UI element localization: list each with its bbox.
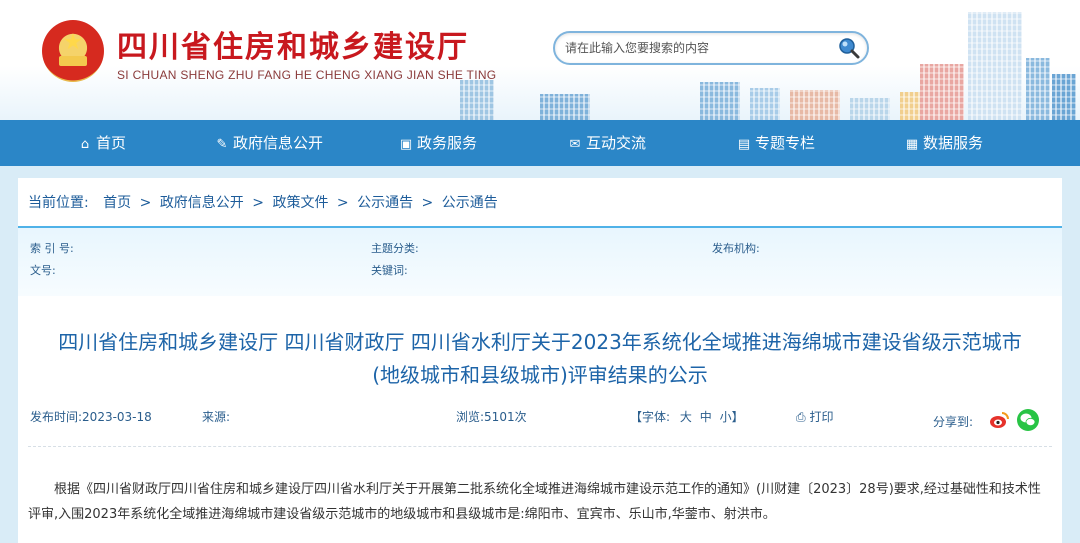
breadcrumb-prefix: 当前位置:: [28, 195, 89, 211]
nav-item-label: 政府信息公开: [233, 134, 324, 152]
nav-item-special[interactable]: ▤ 专题专栏: [737, 120, 815, 166]
font-size-control: 【字体: 大 中 小】: [630, 408, 744, 425]
meta-publisher-label: 发布机构:: [712, 242, 760, 255]
nav-item-home[interactable]: ⌂ 首页: [78, 120, 126, 166]
nav-item-gov-service[interactable]: ▣ 政务服务: [399, 120, 477, 166]
weibo-share-icon[interactable]: [988, 409, 1010, 431]
document-meta-panel: 索 引 号: 主题分类: 发布机构: 文号: 关键词:: [18, 226, 1062, 296]
share-label: 分享到:: [933, 415, 974, 429]
nav-item-data[interactable]: ▦ 数据服务: [905, 120, 983, 166]
meta-docno-label: 文号:: [30, 264, 56, 277]
breadcrumb-separator: >: [421, 195, 434, 211]
source-label: 来源:: [202, 410, 231, 424]
view-count: 浏览:5101次: [456, 410, 527, 424]
nav-item-label: 政务服务: [417, 134, 478, 152]
font-size-medium-button[interactable]: 中: [700, 410, 712, 424]
home-icon: ⌂: [80, 137, 90, 152]
magnifier-icon[interactable]: [837, 36, 861, 60]
font-size-label: 【字体:: [630, 410, 671, 424]
site-header: ★ 四川省住房和城乡建设厅 SI CHUAN SHENG ZHU FANG HE…: [0, 0, 1080, 120]
article-body: 根据《四川省财政厅四川省住房和城乡建设厅四川省水利厅关于开展第二批系统化全域推进…: [28, 482, 1041, 522]
nav-item-label: 互动交流: [586, 134, 647, 152]
nav-item-label: 专题专栏: [755, 134, 816, 152]
site-title[interactable]: 四川省住房和城乡建设厅: [117, 22, 469, 66]
breadcrumb-gov-info[interactable]: 政府信息公开: [160, 195, 244, 211]
chat-icon: ✉: [569, 137, 581, 152]
font-size-small-button[interactable]: 小】: [720, 410, 744, 424]
breadcrumb-home[interactable]: 首页: [103, 195, 131, 211]
meta-keywords-label: 关键词:: [371, 264, 408, 277]
printer-icon: ⎙: [796, 410, 806, 424]
publish-time: 发布时间:2023-03-18: [30, 410, 152, 424]
meta-index-label: 索 引 号:: [30, 242, 74, 255]
nav-item-label: 数据服务: [923, 134, 984, 152]
article-title-line2: (地级城市和县级城市)评审结果的公示: [372, 363, 708, 387]
meta-category-label: 主题分类:: [371, 242, 419, 255]
breadcrumb-notice[interactable]: 公示通告: [357, 195, 413, 211]
breadcrumb-separator: >: [336, 195, 349, 211]
breadcrumb-separator: >: [139, 195, 152, 211]
national-emblem-icon: ★: [42, 20, 104, 82]
breadcrumb-notice-current[interactable]: 公示通告: [442, 195, 498, 211]
monitor-icon: ▣: [399, 137, 413, 152]
print-label: 打印: [809, 410, 834, 424]
breadcrumb: 当前位置: 首页 > 政府信息公开 > 政策文件 > 公示通告 > 公示通告: [28, 192, 498, 212]
article-title: 四川省住房和城乡建设厅 四川省财政厅 四川省水利厅关于2023年系统化全域推进海…: [18, 326, 1062, 392]
article-title-line1: 四川省住房和城乡建设厅 四川省财政厅 四川省水利厅关于2023年系统化全域推进海…: [58, 330, 1022, 354]
article-card: 当前位置: 首页 > 政府信息公开 > 政策文件 > 公示通告 > 公示通告 索…: [18, 178, 1062, 543]
search-input[interactable]: [565, 38, 835, 58]
image-icon: ▤: [737, 137, 751, 152]
nav-item-label: 首页: [96, 134, 127, 152]
nav-item-gov-info[interactable]: ✎ 政府信息公开: [215, 120, 323, 166]
nav-item-interaction[interactable]: ✉ 互动交流: [568, 120, 646, 166]
main-nav: ⌂ 首页 ✎ 政府信息公开 ▣ 政务服务 ✉ 互动交流 ▤ 专题专栏 ▦ 数据服务: [0, 120, 1080, 166]
content-divider: [28, 446, 1052, 447]
font-size-large-button[interactable]: 大: [680, 410, 692, 424]
search-box: [553, 31, 869, 65]
breadcrumb-separator: >: [252, 195, 264, 211]
edit-icon: ✎: [216, 137, 228, 152]
breadcrumb-policy[interactable]: 政策文件: [272, 195, 328, 211]
grid-icon: ▦: [905, 137, 919, 152]
wechat-share-icon[interactable]: [1017, 409, 1039, 431]
print-button[interactable]: ⎙ 打印: [796, 408, 833, 425]
